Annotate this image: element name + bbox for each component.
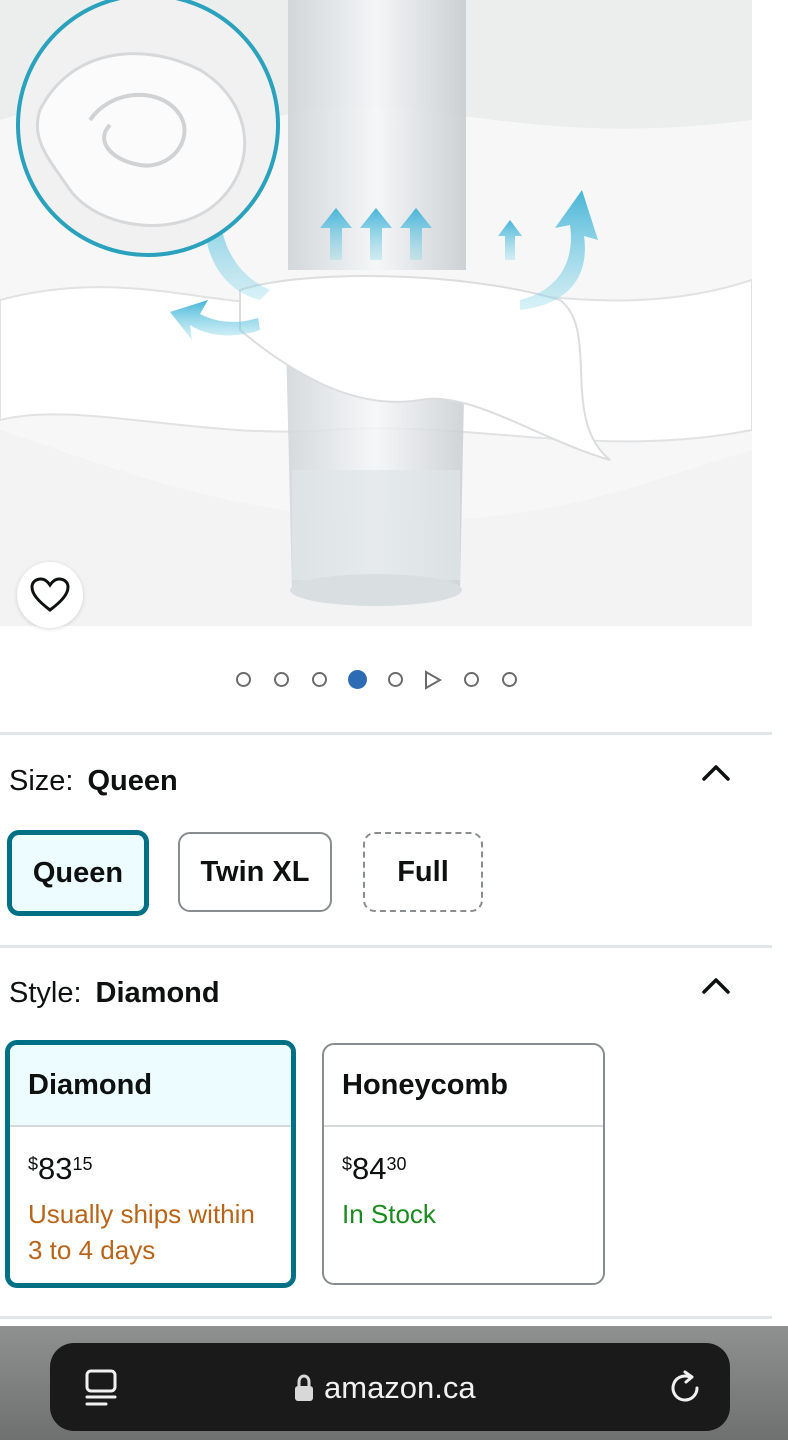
divider bbox=[0, 1316, 772, 1319]
image-carousel-dots bbox=[0, 669, 752, 690]
style-option-price: $8430 bbox=[342, 1151, 407, 1186]
availability-text: Usually ships within 3 to 4 days bbox=[28, 1199, 255, 1265]
size-option-queen[interactable]: Queen bbox=[7, 830, 149, 916]
url-text[interactable]: amazon.ca bbox=[324, 1370, 476, 1406]
size-label: Size: Queen bbox=[9, 765, 178, 798]
size-selected-value: Queen bbox=[87, 765, 178, 797]
size-option-twin-xl[interactable]: Twin XL bbox=[178, 832, 332, 912]
availability-text: In Stock bbox=[342, 1199, 436, 1229]
reload-icon[interactable] bbox=[667, 1370, 703, 1406]
carousel-dot-active[interactable] bbox=[347, 670, 367, 689]
divider bbox=[0, 732, 772, 735]
style-option-price: $8315 bbox=[28, 1151, 93, 1186]
carousel-dot[interactable] bbox=[272, 670, 291, 689]
lock-icon bbox=[295, 1374, 313, 1401]
divider bbox=[0, 945, 772, 948]
tabs-icon[interactable] bbox=[84, 1369, 118, 1407]
style-option-name: Diamond bbox=[10, 1045, 291, 1127]
carousel-dot[interactable] bbox=[386, 670, 405, 689]
size-option-label: Full bbox=[397, 855, 449, 888]
carousel-dot[interactable] bbox=[234, 670, 253, 689]
style-option-honeycomb[interactable]: Honeycomb $8430 In Stock bbox=[322, 1043, 605, 1285]
size-label-text: Size: bbox=[9, 765, 74, 797]
size-option-full[interactable]: Full bbox=[363, 832, 483, 912]
style-selected-value: Diamond bbox=[95, 977, 220, 1009]
carousel-dot[interactable] bbox=[462, 670, 481, 689]
carousel-dot[interactable] bbox=[500, 670, 519, 689]
heart-outline-icon bbox=[30, 577, 70, 612]
size-option-label: Queen bbox=[32, 856, 124, 889]
size-option-label: Twin XL bbox=[200, 855, 310, 888]
style-option-name: Honeycomb bbox=[324, 1045, 603, 1127]
style-option-diamond[interactable]: Diamond $8315 Usually ships within 3 to … bbox=[5, 1040, 296, 1288]
carousel-dot[interactable] bbox=[310, 670, 329, 689]
add-to-list-button[interactable] bbox=[17, 562, 83, 628]
product-image[interactable] bbox=[0, 0, 752, 626]
style-label-text: Style: bbox=[9, 977, 82, 1009]
chevron-up-icon[interactable] bbox=[700, 762, 732, 782]
chevron-up-icon[interactable] bbox=[700, 975, 732, 995]
product-photo bbox=[0, 0, 752, 626]
style-label: Style: Diamond bbox=[9, 977, 220, 1010]
carousel-video-icon[interactable] bbox=[424, 669, 443, 690]
